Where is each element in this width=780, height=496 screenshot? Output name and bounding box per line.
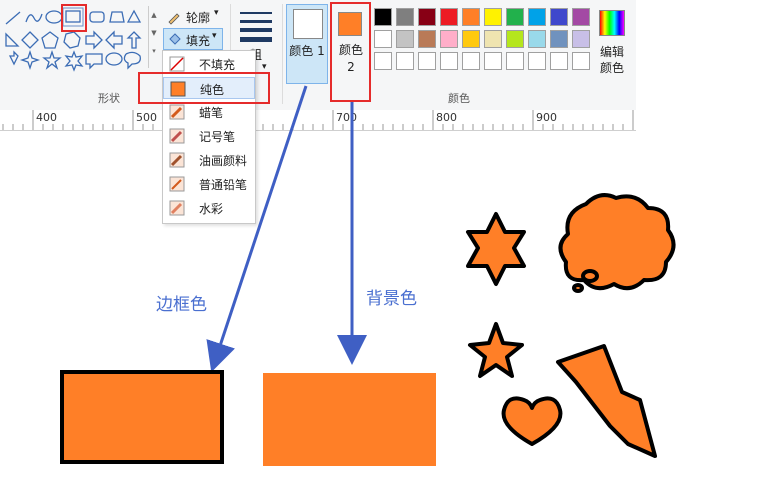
- heart: [501, 396, 563, 446]
- thought-bubble: [558, 193, 676, 291]
- background-color-annotation: 背景色: [366, 289, 417, 309]
- filled-rectangle: [263, 373, 436, 466]
- thought-bubble-dot: [572, 283, 584, 293]
- canvas-shapes: [466, 193, 676, 458]
- thought-bubble-dot: [581, 269, 599, 283]
- lightning-bolt: [556, 344, 657, 458]
- outlined-rectangle: [60, 370, 224, 464]
- five-point-star: [468, 322, 524, 378]
- border-color-annotation: 边框色: [156, 295, 207, 315]
- six-point-star: [466, 212, 526, 286]
